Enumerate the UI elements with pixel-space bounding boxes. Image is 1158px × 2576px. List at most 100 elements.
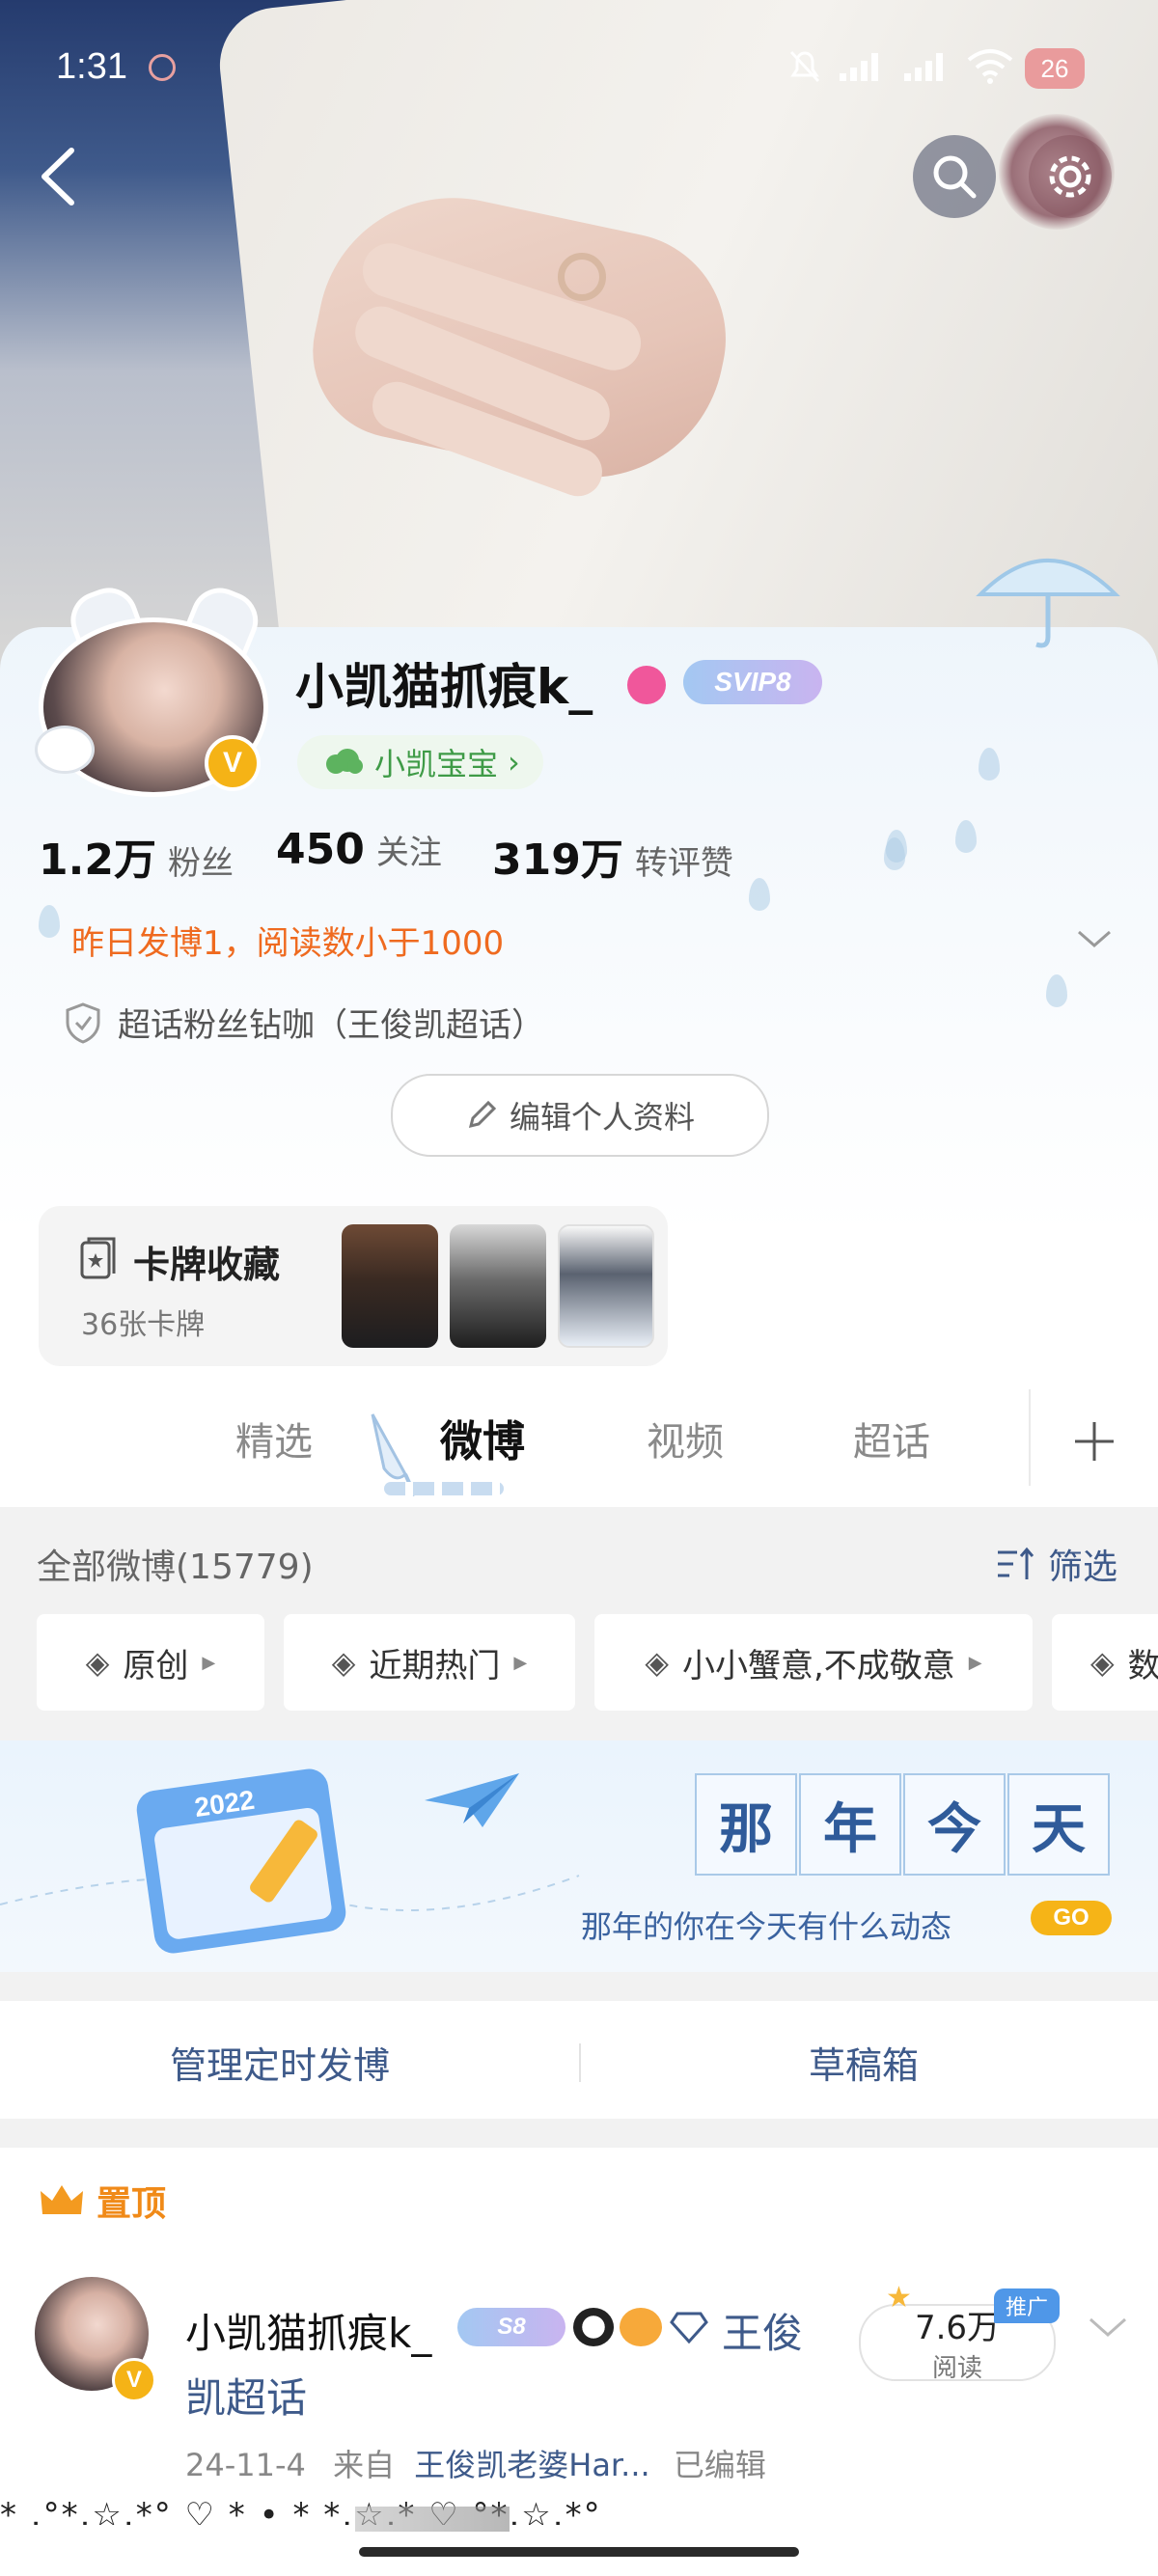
tab-featured[interactable]: 精选: [235, 1411, 313, 1466]
banner-title-char: 今: [903, 1773, 1006, 1876]
search-icon: [933, 155, 977, 199]
tab-divider: [1029, 1389, 1031, 1486]
calendar-icon: 2022: [134, 1766, 348, 1957]
card-thumbnail: [558, 1224, 654, 1348]
post-from-label: 来自: [333, 2447, 396, 2483]
layers-icon: ◈: [1090, 1644, 1115, 1681]
active-tab-indicator: [384, 1482, 504, 1495]
svip-badge[interactable]: SVIP8: [683, 660, 822, 704]
banner-title-char: 那: [695, 1773, 797, 1876]
chip-label: 原创: [123, 1646, 189, 1685]
stat-value: 1.2万: [39, 836, 156, 885]
post-svip-badge[interactable]: S8: [457, 2308, 565, 2346]
chip-label: 近期热门: [369, 1646, 501, 1685]
filter-label: 筛选: [1048, 1548, 1118, 1587]
card-collection-icon: [80, 1237, 116, 1279]
chip-more[interactable]: ◈ 数: [1052, 1614, 1158, 1711]
stat-reposts-likes[interactable]: 319万 转评赞: [492, 825, 733, 887]
read-count: 7.6万: [914, 2309, 1001, 2347]
chip-label: 小小蟹意,不成敬意: [681, 1646, 955, 1685]
card-count: 36张卡牌: [81, 1308, 206, 1342]
fan-group-label: 小凯宝宝: [374, 746, 499, 782]
wifi-icon: [967, 49, 1013, 84]
triangle-right-icon: ▶: [968, 1652, 982, 1673]
stat-label: 转评赞: [634, 844, 733, 883]
banner-title-char: 年: [799, 1773, 901, 1876]
post-menu-chevron-icon[interactable]: [1087, 2314, 1129, 2341]
post-verified-badge-icon: V: [112, 2358, 156, 2402]
filter-icon: [998, 1547, 1034, 1579]
action-divider: [579, 2043, 581, 2082]
blurred-text-redaction: [355, 2507, 510, 2532]
chip-original[interactable]: ◈ 原创 ▶: [37, 1614, 264, 1711]
triangle-right-icon: ▶: [202, 1652, 216, 1673]
profile-username: 小凯猫抓痕k_: [295, 659, 593, 715]
crown-icon: [41, 2185, 83, 2214]
edit-profile-button[interactable]: 编辑个人资料: [391, 1074, 769, 1157]
card-thumbnail: [450, 1224, 546, 1348]
chip-custom-group[interactable]: ◈ 小小蟹意,不成敬意 ▶: [594, 1614, 1033, 1711]
post-author-name[interactable]: 小凯猫抓痕k_: [185, 2301, 431, 2360]
stat-followers[interactable]: 1.2万 粉丝: [39, 825, 234, 887]
card-thumbnail: [342, 1224, 438, 1348]
stat-label: 关注: [375, 834, 442, 872]
layers-icon: ◈: [331, 1644, 356, 1681]
post-source-link[interactable]: 王俊凯老婆Har...: [414, 2447, 649, 2483]
chip-label: 数: [1127, 1646, 1158, 1685]
post-edited-label: 已编辑: [673, 2447, 766, 2483]
read-count-label: 阅读: [931, 2354, 982, 2383]
section-gap: [0, 2119, 1158, 2148]
on-this-day-banner[interactable]: 2022 那 年 今 天 那年的你在今天有什么动态: [0, 1740, 1158, 1972]
settings-button[interactable]: [1029, 135, 1112, 218]
super-topic-link-continued[interactable]: 凯超话: [185, 2366, 307, 2425]
post-preview-text[interactable]: * .°*.☆.*° ♡ * • * *.☆.* ♡ °*.☆.*°: [0, 2496, 1158, 2525]
pencil-icon: [468, 1100, 497, 1129]
section-gap: [0, 1972, 1158, 2001]
add-tab-icon[interactable]: [1071, 1418, 1117, 1465]
signal-icon: [840, 53, 878, 81]
back-arrow-icon[interactable]: [35, 145, 83, 208]
tab-video[interactable]: 视频: [647, 1411, 724, 1466]
chevron-down-icon[interactable]: [1075, 926, 1114, 951]
super-topic-line[interactable]: 超话粉丝钻咖（王俊凯超话）: [64, 999, 544, 1046]
bunny-sticker-decoration: [35, 726, 95, 774]
filter-button[interactable]: 筛选: [996, 1539, 1117, 1589]
pinned-label: 置顶: [96, 2184, 167, 2224]
home-indicator[interactable]: [359, 2547, 799, 2557]
umbrella-decoration-icon: [976, 559, 1120, 648]
super-topic-link[interactable]: 王俊: [722, 2301, 803, 2360]
weibo-notification-icon: [149, 54, 176, 81]
layers-icon: ◈: [645, 1644, 669, 1681]
cloud-icon: [326, 749, 363, 774]
all-posts-count: 全部微博(15779): [37, 1548, 314, 1587]
edit-profile-label: 编辑个人资料: [509, 1099, 695, 1136]
panda-icon: [573, 2308, 614, 2346]
card-collection-title: 卡牌收藏: [133, 1244, 281, 1286]
triangle-right-icon: ▶: [513, 1652, 528, 1673]
chip-recent-hot[interactable]: ◈ 近期热门 ▶: [284, 1614, 575, 1711]
drafts-button[interactable]: 草稿箱: [809, 2036, 919, 2089]
ring-graphic: [558, 253, 606, 301]
chevron-right-icon: ›: [508, 744, 520, 781]
search-badge-icon[interactable]: [627, 666, 666, 704]
search-button[interactable]: [913, 135, 996, 218]
stat-label: 粉丝: [167, 844, 234, 883]
post-date: 24-11-4: [185, 2447, 306, 2483]
fan-group-tag[interactable]: 小凯宝宝 ›: [297, 735, 543, 789]
activity-notice[interactable]: 昨日发博1，阅读数小于1000: [71, 917, 504, 964]
manage-scheduled-posts-button[interactable]: 管理定时发博: [170, 2036, 390, 2089]
paper-plane-icon: [425, 1773, 519, 1827]
tab-super-topic[interactable]: 超话: [853, 1411, 930, 1466]
battery-indicator: 26: [1025, 48, 1085, 89]
diamond-icon: [670, 2312, 708, 2344]
shield-icon: [66, 1001, 100, 1044]
promote-tag[interactable]: 推广: [994, 2288, 1061, 2323]
verified-badge-icon: V: [205, 735, 261, 791]
stat-following[interactable]: 450 关注: [276, 825, 442, 874]
tab-weibo[interactable]: 微博: [440, 1407, 525, 1468]
banner-go-button[interactable]: GO: [1031, 1901, 1112, 1935]
stat-value: 450: [276, 825, 365, 874]
banner-title-char: 天: [1007, 1773, 1110, 1876]
status-time: 1:31: [56, 46, 127, 87]
card-collection[interactable]: 卡牌收藏 36张卡牌: [39, 1206, 668, 1366]
